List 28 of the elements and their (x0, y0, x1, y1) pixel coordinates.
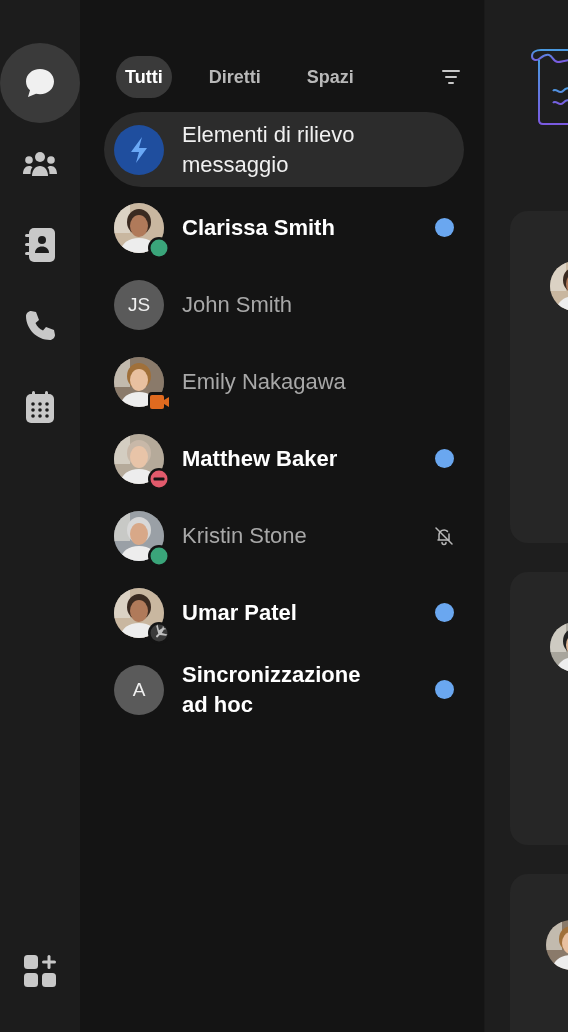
contact-name: Emily Nakagawa (182, 367, 347, 396)
conversation-item[interactable]: A Sincronizzazione ad hoc (80, 651, 484, 728)
highlights-item[interactable]: Elementi di rilievo messaggio (104, 112, 464, 187)
filter-tab[interactable]: Diretti (199, 56, 270, 98)
lightning-icon (114, 124, 164, 175)
contact-name: John Smith (182, 290, 294, 319)
filter-tab[interactable]: Spazi (297, 56, 363, 98)
conversation-item[interactable]: JS John Smith (80, 266, 484, 343)
contact-name: Kristin Stone (182, 521, 308, 550)
avatar-initials: A (132, 678, 146, 701)
contact-name: Matthew Baker (182, 444, 339, 473)
conversation-item[interactable]: Kristin Stone (80, 497, 484, 574)
contact-name: Sincronizzazione ad hoc (182, 660, 362, 719)
add-apps-icon (23, 954, 57, 988)
chat-icon (23, 66, 57, 100)
calendar-icon (24, 390, 56, 424)
avatar-initials: JS (127, 293, 151, 316)
contact-name: Umar Patel (182, 598, 298, 627)
contact-name: Clarissa Smith (182, 213, 336, 242)
conversation-item[interactable]: Umar Patel (80, 574, 484, 651)
filter-icon (442, 70, 460, 84)
contact-book-icon (23, 227, 57, 263)
conversation-item[interactable]: Emily Nakagawa (80, 343, 484, 420)
filter-tab[interactable]: Tutti (116, 56, 172, 98)
phone-icon (23, 309, 57, 343)
conversation-item[interactable]: Clarissa Smith (80, 189, 484, 266)
conversation-item[interactable]: Matthew Baker (80, 420, 484, 497)
people-icon (22, 151, 58, 177)
